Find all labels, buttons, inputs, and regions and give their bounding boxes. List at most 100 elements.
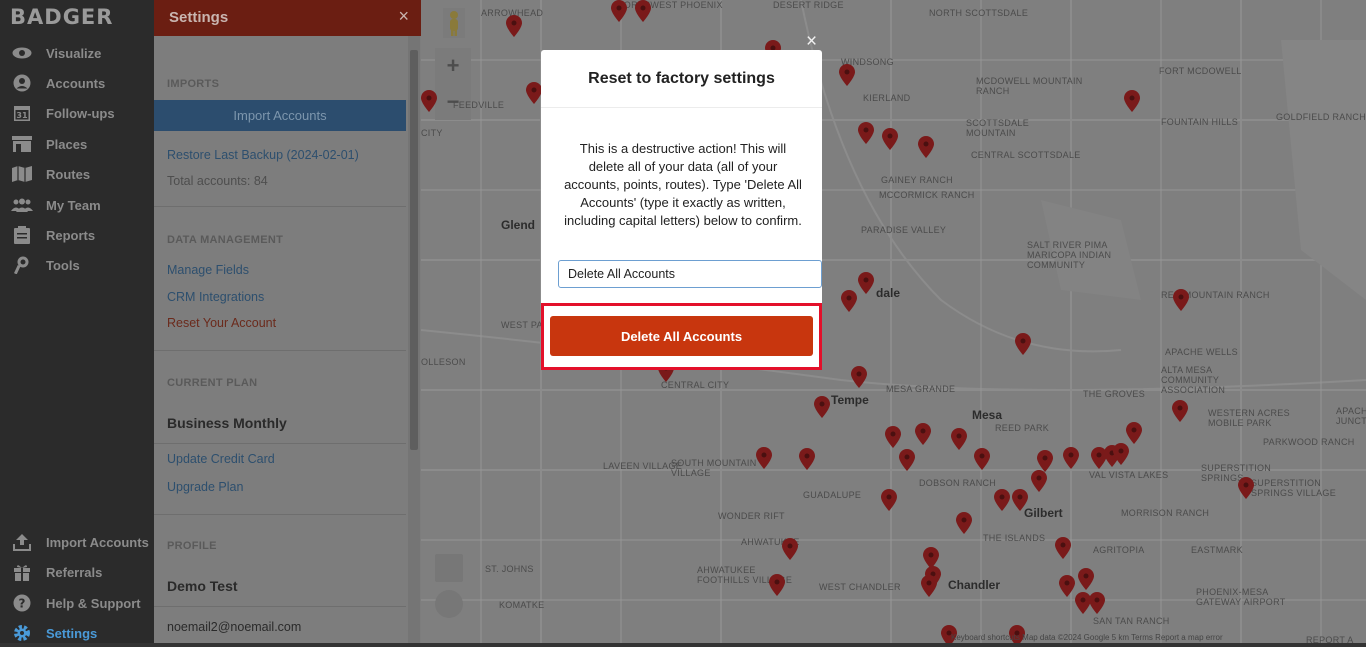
map-pin-icon[interactable] [881,489,897,511]
map-label: REED PARK [995,423,1050,433]
map-pin-icon[interactable] [1238,477,1254,499]
settings-header: Settings × [154,0,421,36]
map-pin-icon[interactable] [1172,400,1188,422]
map-pin-icon[interactable] [956,512,972,534]
map-pin-icon[interactable] [421,90,437,112]
map-pin-icon[interactable] [635,0,651,22]
map-pin-icon[interactable] [1055,537,1071,559]
imports-section-header: IMPORTS [167,78,220,90]
map-pin-icon[interactable] [1059,575,1075,597]
map-pin-icon[interactable] [1113,443,1129,465]
nav-item-my-team[interactable]: My Team [0,191,154,219]
close-icon[interactable]: × [398,6,409,27]
nav-item-label: My Team [46,197,101,213]
panel-scrollbar[interactable] [408,36,420,643]
map-pin-icon[interactable] [1173,289,1189,311]
map-pin-icon[interactable] [1015,333,1031,355]
map-pin-icon[interactable] [858,122,874,144]
layers-icon[interactable] [435,554,463,582]
nav-item-visualize[interactable]: Visualize [0,39,154,67]
map-pin-icon[interactable] [858,272,874,294]
map-pin-icon[interactable] [951,428,967,450]
map-pin-icon[interactable] [885,426,901,448]
map-pin-icon[interactable] [526,82,542,104]
map-pin-icon[interactable] [1126,422,1142,444]
map-label: McDOWELL MOUNTAIN RANCH [976,76,1083,96]
reset-account-link[interactable]: Reset Your Account [167,316,276,330]
map-label: DOBSON RANCH [919,478,997,488]
map-pin-icon[interactable] [1031,470,1047,492]
map-pin-icon[interactable] [1063,447,1079,469]
map-pin-icon[interactable] [769,574,785,596]
map-pin-icon[interactable] [756,447,772,469]
map-pin-icon[interactable] [841,290,857,312]
map-label: Glend [501,218,536,232]
nav-item-referrals[interactable]: Referrals [0,558,154,586]
map-pin-icon[interactable] [921,575,937,597]
map-pin-icon[interactable] [918,136,934,158]
import-accounts-button[interactable]: Import Accounts [154,100,406,131]
modal-title: Reset to factory settings [588,70,775,87]
upload-icon [10,533,34,551]
delete-all-accounts-button[interactable]: Delete All Accounts [550,316,813,356]
nav-item-label: Accounts [46,75,106,91]
map-pin-icon[interactable] [915,423,931,445]
map-pin-icon[interactable] [814,396,830,418]
map-pin-icon[interactable] [882,128,898,150]
map-label: SUPERSTITION SPRINGS VILLAGE [1251,478,1337,498]
divider [154,514,406,515]
map-label: KIERLAND [863,93,911,103]
divider [154,206,406,207]
map-label: Western Acres Mobile Park [1208,408,1290,428]
nav-item-help-support[interactable]: ? Help & Support [0,589,154,617]
map-pin-icon[interactable] [1124,90,1140,112]
crm-integrations-link[interactable]: CRM Integrations [167,290,264,304]
locate-icon[interactable] [435,590,463,618]
nav-item-reports[interactable]: Reports [0,221,154,249]
scrollbar-thumb[interactable] [410,50,418,450]
total-accounts-text: Total accounts: 84 [167,174,268,188]
street-view-pegman-icon[interactable] [443,8,465,38]
map-pin-icon[interactable] [839,64,855,86]
restore-backup-link[interactable]: Restore Last Backup (2024-02-01) [167,148,359,162]
map-attribution: Keyboard shortcuts Map data ©2024 Google… [951,633,1223,642]
nav-item-tools[interactable]: Tools [0,251,154,279]
nav-item-import-accounts[interactable]: Import Accounts [0,528,154,556]
map-pin-icon[interactable] [799,448,815,470]
data-management-header: DATA MANAGEMENT [167,234,284,246]
map-pin-icon[interactable] [611,0,627,22]
divider [154,443,406,444]
map-pin-icon[interactable] [974,448,990,470]
map-pin-icon[interactable] [994,489,1010,511]
map-pin-icon[interactable] [1012,489,1028,511]
map-pin-icon[interactable] [1037,450,1053,472]
map-label: SAN TAN RANCH [1093,616,1170,626]
nav-item-routes[interactable]: Routes [0,160,154,188]
map-pin-icon[interactable] [899,449,915,471]
upgrade-plan-link[interactable]: Upgrade Plan [167,480,243,494]
profile-name: Demo Test [167,578,238,594]
left-nav: BADGER Visualize Accounts 31 Follow-ups … [0,0,154,643]
nav-item-label: Import Accounts [46,534,149,550]
nav-item-label: Help & Support [46,595,141,611]
confirm-text-input[interactable] [558,260,822,288]
map-pin-icon[interactable] [851,366,867,388]
zoom-in-button[interactable]: + [435,48,471,84]
profile-email: noemail2@noemail.com [167,620,302,634]
map-label: SCOTTSDALE MOUNTAIN [966,118,1030,138]
nav-item-label: Tools [46,257,80,273]
map-pin-icon[interactable] [1089,592,1105,614]
map-pin-icon[interactable] [1078,568,1094,590]
update-credit-card-link[interactable]: Update Credit Card [167,452,275,466]
map-label: EASTMARK [1191,545,1243,555]
nav-item-follow-ups[interactable]: 31 Follow-ups [0,99,154,127]
current-plan-header: CURRENT PLAN [167,377,258,389]
map-label: olleson [421,357,466,367]
map-label: Fort McDowell [1159,66,1242,76]
manage-fields-link[interactable]: Manage Fields [167,263,249,277]
nav-item-places[interactable]: Places [0,130,154,158]
nav-item-accounts[interactable]: Accounts [0,69,154,97]
map-pin-icon[interactable] [506,15,522,37]
clipboard-icon [10,226,34,244]
map-pin-icon[interactable] [782,538,798,560]
